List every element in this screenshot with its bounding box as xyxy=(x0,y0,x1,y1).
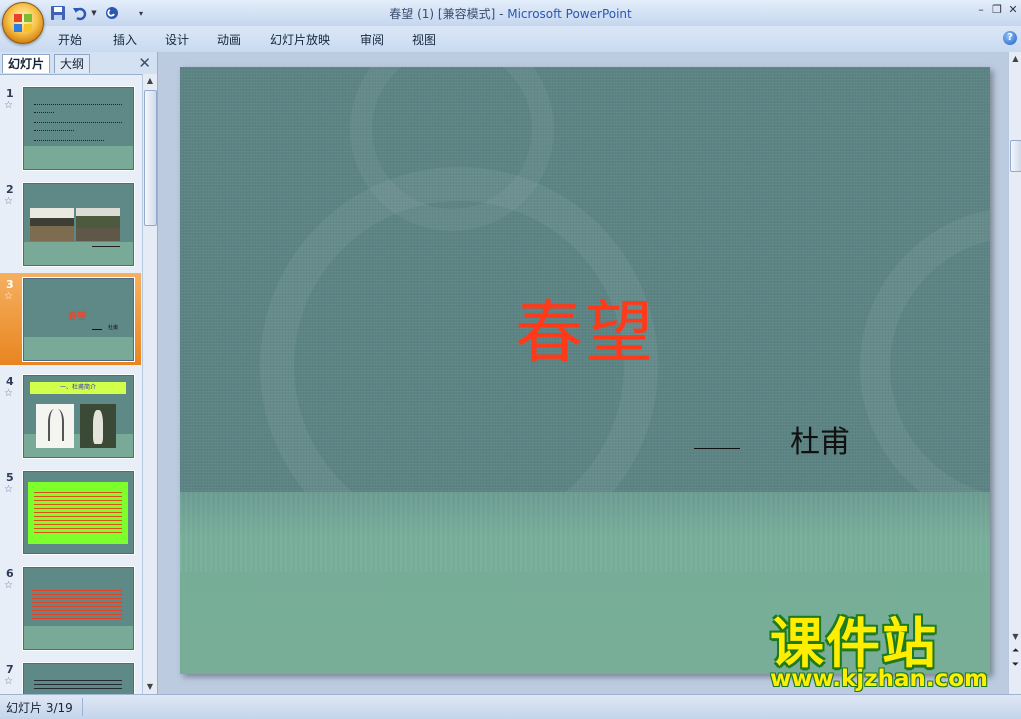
scroll-down-icon[interactable]: ▼ xyxy=(1009,630,1021,643)
slide-thumbnail[interactable] xyxy=(23,183,134,266)
tab-design[interactable]: 设计 xyxy=(165,31,189,48)
tab-slide-show[interactable]: 幻灯片放映 xyxy=(270,31,330,48)
slide-number: 6 xyxy=(6,567,14,580)
transition-star-icon: ☆ xyxy=(4,676,13,687)
slide-counter: 幻灯片 3/19 xyxy=(6,701,73,715)
thumbnails-scrollbar[interactable]: ▲ ▼ xyxy=(142,74,157,694)
thumb-title: 春望 xyxy=(68,312,87,322)
thumb-text-lines xyxy=(34,678,122,692)
slides-pane: 幻灯片 大纲 ✕ 1 ☆ 2 ☆ 3 ☆ 春望 杜甫 4 ☆ 一、杜甫简介 5 … xyxy=(0,52,158,694)
thumb-portrait-image xyxy=(36,404,74,448)
thumb-statue-image xyxy=(80,404,116,448)
thumb-text-line xyxy=(34,130,74,133)
slide-thumbnail[interactable] xyxy=(23,663,134,694)
thumb-text-line xyxy=(34,140,104,143)
thumb-header: 一、杜甫简介 xyxy=(30,382,126,394)
thumb-text-line xyxy=(34,104,122,107)
slide-number: 5 xyxy=(6,471,14,484)
thumb-photo-image xyxy=(76,208,120,241)
scroll-down-icon[interactable]: ▼ xyxy=(143,680,157,694)
title-separator: - xyxy=(495,7,508,21)
window-title: 春望 (1) [兼容模式] - Microsoft PowerPoint xyxy=(0,5,1021,22)
tab-insert[interactable]: 插入 xyxy=(113,31,137,48)
slide-number: 7 xyxy=(6,663,14,676)
slide-thumbnail-row[interactable]: 6 ☆ xyxy=(0,562,141,654)
slide-number: 1 xyxy=(6,87,14,100)
slide-thumbnails: 1 ☆ 2 ☆ 3 ☆ 春望 杜甫 4 ☆ 一、杜甫简介 5 ☆ 6 ☆ 7 ☆ xyxy=(0,74,141,694)
slide-thumbnail-row[interactable]: 1 ☆ xyxy=(0,82,141,174)
slide-thumbnail-row[interactable]: 3 ☆ 春望 杜甫 xyxy=(0,273,141,365)
slide-thumbnail-row[interactable]: 2 ☆ xyxy=(0,178,141,270)
scroll-up-icon[interactable]: ▲ xyxy=(1009,52,1021,65)
tab-slides[interactable]: 幻灯片 xyxy=(2,54,51,73)
title-bar: ▼ ▾ 春望 (1) [兼容模式] - Microsoft PowerPoint… xyxy=(0,0,1021,44)
transition-star-icon: ☆ xyxy=(4,484,13,495)
slide-title[interactable]: 春望 xyxy=(180,277,990,376)
slide-thumbnail-row[interactable]: 7 ☆ xyxy=(0,658,141,694)
tab-animations[interactable]: 动画 xyxy=(217,31,241,48)
transition-star-icon: ☆ xyxy=(4,196,13,207)
transition-star-icon: ☆ xyxy=(4,291,13,302)
slide-thumbnail-row[interactable]: 5 ☆ xyxy=(0,466,141,558)
slide-thumbnail-row[interactable]: 4 ☆ 一、杜甫简介 xyxy=(0,370,141,462)
thumb-caption-line xyxy=(92,246,120,247)
slide-dash-line xyxy=(694,448,740,449)
slide-number: 3 xyxy=(6,278,14,291)
slide-number: 2 xyxy=(6,183,14,196)
slide-thumbnail[interactable]: 春望 杜甫 xyxy=(23,278,134,361)
transition-star-icon: ☆ xyxy=(4,580,13,591)
thumb-band xyxy=(24,337,133,360)
thumb-band xyxy=(24,626,133,649)
thumb-author: 杜甫 xyxy=(108,325,119,331)
thumb-text-line xyxy=(34,112,54,115)
close-button[interactable]: ✕ xyxy=(1004,3,1021,17)
thumb-photo-image xyxy=(30,208,74,241)
thumb-text-line xyxy=(34,122,122,125)
previous-slide-icon[interactable]: ⏶ xyxy=(1010,646,1021,657)
next-slide-icon[interactable]: ⏷ xyxy=(1010,660,1021,671)
slide-thumbnail[interactable] xyxy=(23,87,134,170)
scroll-thumb[interactable] xyxy=(1010,140,1021,172)
office-logo-icon xyxy=(14,14,32,32)
thumb-green-box xyxy=(28,482,128,544)
slide-thumbnail[interactable] xyxy=(23,567,134,650)
watermark-logo: 课件站 xyxy=(770,612,938,675)
slide-number: 4 xyxy=(6,375,14,388)
slide-bottom-texture xyxy=(180,492,990,572)
status-bar: 幻灯片 3/19 xyxy=(0,694,1021,719)
transition-star-icon: ☆ xyxy=(4,100,13,111)
office-button[interactable] xyxy=(2,2,44,44)
thumb-red-text xyxy=(32,590,122,622)
tab-outline[interactable]: 大纲 xyxy=(54,54,91,73)
status-separator xyxy=(82,698,83,716)
scroll-up-icon[interactable]: ▲ xyxy=(143,74,157,88)
slide-scrollbar[interactable]: ▲ ▼ ⏶ ⏷ xyxy=(1008,52,1021,694)
tab-review[interactable]: 审阅 xyxy=(360,31,384,48)
thumb-band xyxy=(24,146,133,169)
slide-thumbnail[interactable] xyxy=(23,471,134,554)
slide-editing-area: 春望 杜甫 xyxy=(158,52,1008,694)
document-title: 春望 (1) [兼容模式] xyxy=(389,7,496,21)
transition-star-icon: ☆ xyxy=(4,388,13,399)
watermark-url: www.kjzhan.com xyxy=(770,666,988,692)
pane-close-icon[interactable]: ✕ xyxy=(138,54,151,72)
ribbon-tabs: 开始 插入 设计 动画 幻灯片放映 审阅 视图 ? xyxy=(0,26,1021,53)
tab-home[interactable]: 开始 xyxy=(58,31,82,48)
pane-tabs: 幻灯片 大纲 ✕ xyxy=(0,52,157,75)
app-name: Microsoft PowerPoint xyxy=(507,7,632,21)
slide-author[interactable]: 杜甫 xyxy=(790,417,850,461)
help-icon[interactable]: ? xyxy=(1003,31,1017,45)
scroll-thumb[interactable] xyxy=(144,90,157,226)
slide-thumbnail[interactable]: 一、杜甫简介 xyxy=(23,375,134,458)
thumb-red-text xyxy=(34,492,122,536)
slide-canvas[interactable]: 春望 杜甫 xyxy=(180,67,990,674)
thumb-dash xyxy=(92,329,102,330)
tab-view[interactable]: 视图 xyxy=(412,31,436,48)
